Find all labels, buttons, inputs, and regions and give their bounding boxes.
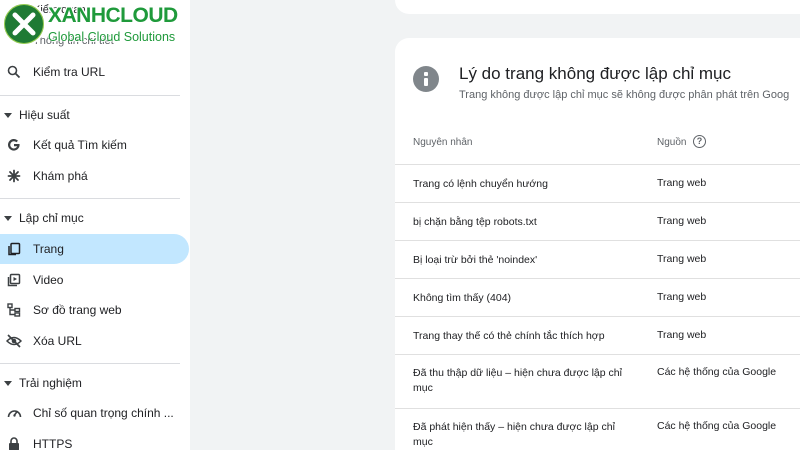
row-reason: Trang có lệnh chuyển hướng xyxy=(413,178,548,190)
sidebar-item-core-web-vitals[interactable]: Chỉ số quan trọng chính ... xyxy=(0,398,174,428)
row-reason: Trang thay thế có thẻ chính tắc thích hợ… xyxy=(413,330,605,342)
sidebar-divider xyxy=(0,95,180,96)
visibility-off-icon xyxy=(6,333,22,349)
card-title: Lý do trang không được lập chỉ mục xyxy=(459,64,732,83)
sidebar-item-label: Khám phá xyxy=(33,169,88,183)
row-reason: bị chặn bằng tệp robots.txt xyxy=(413,216,537,228)
row-source: Trang web xyxy=(657,291,707,303)
sidebar-item-removals[interactable]: Xóa URL xyxy=(0,326,82,356)
sidebar-section-experience[interactable]: Trải nghiệm xyxy=(0,371,82,395)
video-icon xyxy=(6,272,22,288)
sidebar-section-indexing[interactable]: Lập chỉ mục xyxy=(0,206,84,230)
lock-icon xyxy=(6,436,22,450)
speed-gauge-icon xyxy=(6,405,22,421)
caret-down-icon xyxy=(4,215,12,221)
help-icon[interactable]: ? xyxy=(693,135,706,148)
row-source: Các hệ thống của Google xyxy=(657,366,777,378)
sidebar-item-pages[interactable]: Trang xyxy=(0,234,189,264)
google-g-icon xyxy=(6,137,22,153)
table-row[interactable]: Trang có lệnh chuyển hướng Trang web xyxy=(395,164,800,202)
sidebar-item-url-inspection[interactable]: Kiểm tra URL xyxy=(0,57,105,87)
table-row[interactable]: Không tìm thấy (404) Trang web xyxy=(395,278,800,316)
sidebar-item-label: Video xyxy=(33,273,64,287)
sidebar-item-label: Chỉ số quan trọng chính ... xyxy=(33,406,174,420)
sidebar-item-label: Kết quả Tìm kiếm xyxy=(33,138,127,152)
sidebar-item-sitemaps[interactable]: Sơ đồ trang web xyxy=(0,295,122,325)
row-reason: Đã phát hiện thấy – hiện chưa được lập c… xyxy=(413,421,615,448)
section-label: Hiệu suất xyxy=(19,108,70,122)
sidebar-item-search-results[interactable]: Kết quả Tìm kiếm xyxy=(0,130,127,160)
table-row[interactable]: Đã thu thập dữ liệu – hiện chưa được lập… xyxy=(395,354,800,408)
sidebar-item-https[interactable]: HTTPS xyxy=(0,429,72,450)
row-source: Trang web xyxy=(657,215,707,227)
table-row[interactable]: Trang thay thế có thẻ chính tắc thích hợ… xyxy=(395,316,800,354)
table-row[interactable]: Bị loại trừ bởi thẻ 'noindex' Trang web xyxy=(395,240,800,278)
row-reason: Không tìm thấy (404) xyxy=(413,292,512,304)
row-source: Trang web xyxy=(657,329,707,341)
not-indexed-reasons-card: Lý do trang không được lập chỉ mục Trang… xyxy=(395,38,800,450)
sidebar-item-video[interactable]: Video xyxy=(0,265,63,295)
asterisk-icon xyxy=(6,168,22,184)
row-source: Các hệ thống của Google xyxy=(657,420,777,432)
section-label: Trải nghiệm xyxy=(19,376,82,390)
row-source: Trang web xyxy=(657,253,707,265)
row-source: Trang web xyxy=(657,177,707,189)
sitemap-icon xyxy=(6,302,22,318)
caret-down-icon xyxy=(4,112,12,118)
brand-tagline: Global Cloud Solutions xyxy=(48,30,176,44)
row-reason: Bị loại trừ bởi thẻ 'noindex' xyxy=(413,254,538,266)
sidebar-divider xyxy=(0,363,180,364)
table-row[interactable]: Đã phát hiện thấy – hiện chưa được lập c… xyxy=(395,408,800,450)
sidebar-item-label: Sơ đồ trang web xyxy=(33,303,122,317)
sidebar-item-label: HTTPS xyxy=(33,437,73,450)
brand-name: XANHCLOUD xyxy=(48,4,178,27)
search-icon xyxy=(6,64,22,80)
caret-down-icon xyxy=(4,380,12,386)
brand-logo: XANHCLOUD Global Cloud Solutions xyxy=(0,0,210,52)
card-subtitle: Trang không được lập chỉ mục sẽ không đư… xyxy=(459,89,790,101)
info-icon xyxy=(413,66,439,92)
column-header-reason[interactable]: Nguyên nhân xyxy=(413,137,473,148)
pages-icon xyxy=(6,241,22,257)
sidebar-item-discover[interactable]: Khám phá xyxy=(0,161,88,191)
row-reason: Đã thu thập dữ liệu – hiện chưa được lập… xyxy=(413,367,622,394)
section-label: Lập chỉ mục xyxy=(19,211,84,225)
sidebar-item-label: Trang xyxy=(33,242,64,256)
logo-x-icon xyxy=(2,2,46,46)
sidebar-item-label: Kiểm tra URL xyxy=(33,65,106,79)
sidebar-item-label: Xóa URL xyxy=(33,334,82,348)
sidebar-divider xyxy=(0,198,180,199)
column-header-source[interactable]: Nguồn xyxy=(657,137,686,148)
previous-card xyxy=(395,0,800,14)
sidebar-section-performance[interactable]: Hiệu suất xyxy=(0,103,70,127)
sidebar: Kiểm quan Thông tin chi tiết Kiểm tra UR… xyxy=(0,0,190,450)
table-row[interactable]: bị chặn bằng tệp robots.txt Trang web xyxy=(395,202,800,240)
